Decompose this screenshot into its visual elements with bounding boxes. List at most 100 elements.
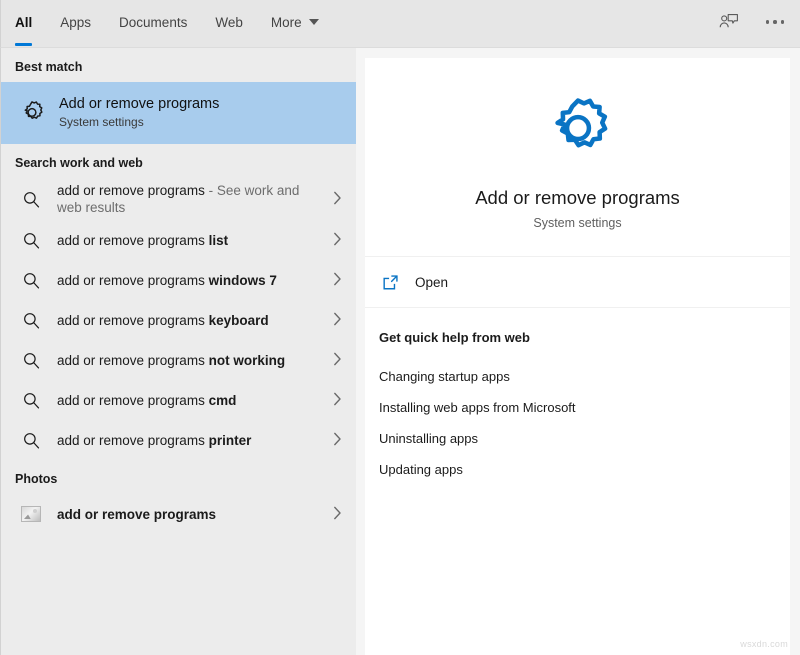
preview-header: Add or remove programs System settings [365,58,790,257]
search-suggestion-item[interactable]: add or remove programs printer [1,420,356,460]
suggestion-suffix: printer [209,433,252,448]
dot [773,20,777,24]
suggestion-suffix: keyboard [209,313,269,328]
best-match-title: Add or remove programs [59,96,322,113]
suggestion-label: add or remove programs not working [57,352,322,369]
search-icon [15,304,47,336]
search-icon [15,384,47,416]
tab-active-underline [15,43,32,46]
search-body: Best match Add or remove programs System… [0,48,800,655]
search-suggestion-item[interactable]: add or remove programs windows 7 [1,260,356,300]
quick-help-links: Changing startup appsInstalling web apps… [379,361,790,485]
best-match-heading: Best match [1,48,356,82]
photo-result-text: add or remove programs [57,506,322,523]
search-icon [15,264,47,296]
quick-help-link[interactable]: Changing startup apps [379,361,790,392]
suggestion-prefix: add or remove programs [57,183,205,198]
suggestion-text: add or remove programs windows 7 [57,272,322,289]
result-text: Add or remove programs System settings [59,96,322,130]
watermark: wsxdn.com [740,639,788,649]
topbar-actions [714,7,790,37]
search-suggestion-item[interactable]: add or remove programs not working [1,340,356,380]
suggestion-prefix: add or remove programs [57,433,209,448]
search-suggestion-item[interactable]: add or remove programs keyboard [1,300,356,340]
tab-web-label: Web [215,15,243,30]
suggestion-suffix: list [209,233,229,248]
ellipsis-dots [766,20,785,24]
chevron-right-icon[interactable] [333,232,342,248]
suggestion-prefix: add or remove programs [57,273,209,288]
chevron-right-icon[interactable] [333,392,342,408]
search-suggestion-item[interactable]: add or remove programs list [1,220,356,260]
suggestion-text: add or remove programs printer [57,432,322,449]
ellipsis-icon[interactable] [760,7,790,37]
suggestion-text: add or remove programs list [57,232,322,249]
gear-icon [385,92,770,168]
suggestion-prefix: add or remove programs [57,233,209,248]
chevron-right-icon[interactable] [333,272,342,288]
search-suggestion-list: add or remove programs - See work and we… [1,178,356,460]
preview-title: Add or remove programs [385,186,770,210]
suggestion-suffix: not working [209,353,286,368]
suggestion-label: add or remove programs keyboard [57,312,322,329]
quick-help-section: Get quick help from web Changing startup… [365,308,790,485]
preview-subtitle: System settings [385,216,770,230]
quick-help-link[interactable]: Installing web apps from Microsoft [379,392,790,423]
gear-icon [15,96,49,130]
suggestion-text: add or remove programs - See work and we… [57,182,322,216]
search-filter-tabbar: All Apps Documents Web More [0,0,800,48]
result-best-match[interactable]: Add or remove programs System settings [1,82,356,144]
suggestion-label: add or remove programs printer [57,432,322,449]
photos-result-list: add or remove programs [1,494,356,534]
open-external-icon [379,271,401,293]
photo-result-item[interactable]: add or remove programs [1,494,356,534]
suggestion-text: add or remove programs not working [57,352,322,369]
dot [766,20,770,24]
suggestion-text: add or remove programs keyboard [57,312,322,329]
chevron-right-icon[interactable] [333,352,342,368]
search-suggestion-item[interactable]: add or remove programs - See work and we… [1,178,356,220]
chevron-right-icon[interactable] [333,191,342,207]
suggestion-label: add or remove programs cmd [57,392,322,409]
quick-help-heading: Get quick help from web [379,330,790,345]
tab-documents[interactable]: Documents [119,0,187,44]
photo-thumbnail-icon [15,498,47,530]
tab-apps-label: Apps [60,15,91,30]
dot [781,20,785,24]
best-match-subtitle: System settings [59,114,322,130]
suggestion-suffix: windows 7 [209,273,277,288]
preview-card: Add or remove programs System settings O… [365,58,790,655]
chevron-right-icon[interactable] [333,432,342,448]
tab-all[interactable]: All [15,0,32,44]
suggestion-prefix: add or remove programs [57,393,209,408]
tab-more[interactable]: More [271,0,319,44]
suggestion-prefix: add or remove programs [57,353,209,368]
quick-help-link[interactable]: Updating apps [379,454,790,485]
open-button[interactable]: Open [365,257,790,308]
suggestion-label: add or remove programs list [57,232,322,249]
chevron-right-icon[interactable] [333,506,342,522]
quick-help-link[interactable]: Uninstalling apps [379,423,790,454]
tab-more-label: More [271,15,302,30]
suggestion-label: add or remove programs windows 7 [57,272,322,289]
search-suggestion-item[interactable]: add or remove programs cmd [1,380,356,420]
suggestion-text: add or remove programs cmd [57,392,322,409]
photo-result-label: add or remove programs [57,506,322,523]
search-work-web-heading: Search work and web [1,144,356,178]
search-icon [15,224,47,256]
search-icon [15,344,47,376]
suggestion-suffix: cmd [209,393,237,408]
tab-apps[interactable]: Apps [60,0,91,44]
person-feedback-icon[interactable] [714,7,744,37]
results-pane: Best match Add or remove programs System… [0,48,356,655]
chevron-right-icon[interactable] [333,312,342,328]
tab-web[interactable]: Web [215,0,243,44]
suggestion-label: add or remove programs - See work and we… [57,182,322,216]
windows-search-panel: All Apps Documents Web More [0,0,800,655]
tab-all-label: All [15,15,32,30]
search-icon [15,424,47,456]
tab-documents-label: Documents [119,15,187,30]
photos-heading: Photos [1,460,356,494]
search-icon [15,183,47,215]
suggestion-prefix: add or remove programs [57,313,209,328]
